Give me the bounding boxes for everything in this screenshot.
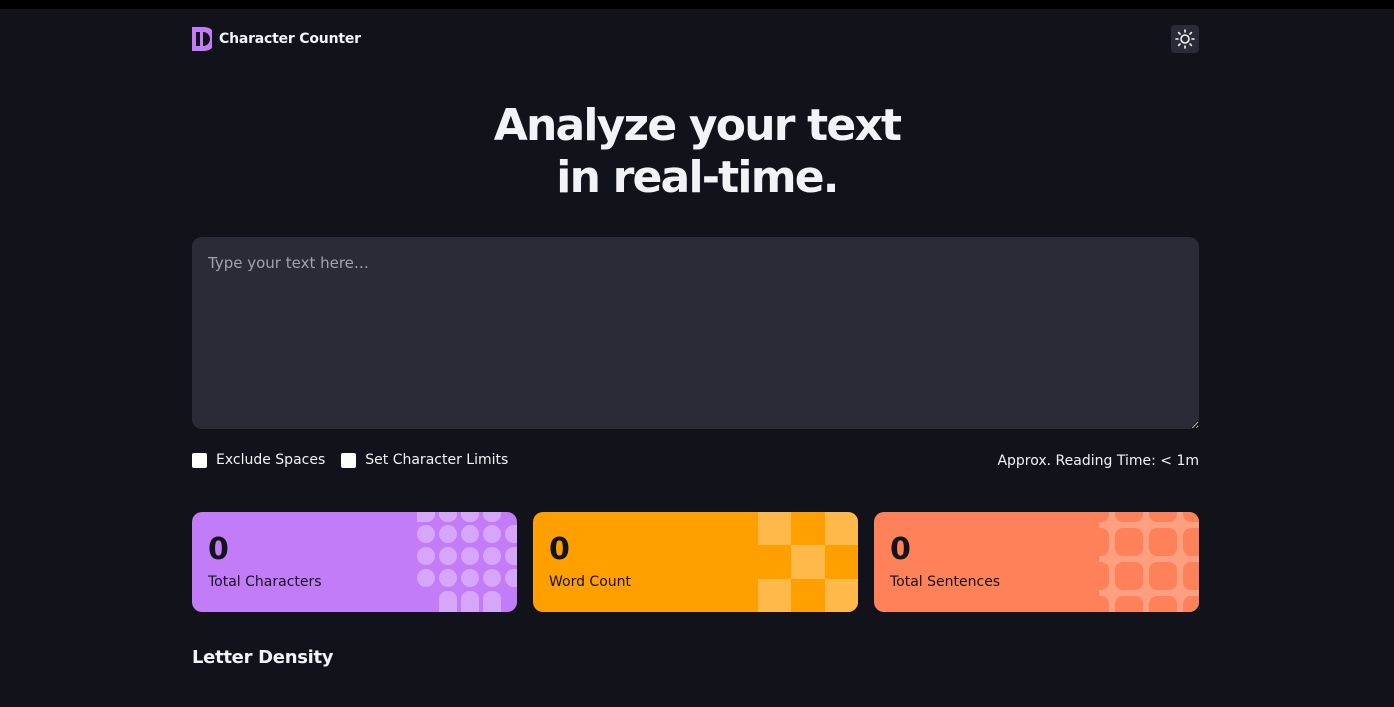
- hero-line-2: in real-time.: [556, 152, 839, 203]
- browser-top-bar: [0, 0, 1394, 9]
- logo-icon: [192, 27, 212, 51]
- total-characters-label: Total Characters: [208, 574, 322, 590]
- letter-density-heading: Letter Density: [192, 647, 334, 668]
- total-characters-card: 0 Total Characters: [192, 512, 517, 612]
- word-count-label: Word Count: [549, 574, 632, 590]
- options-row: Exclude Spaces Set Character Limits: [192, 452, 524, 468]
- exclude-spaces-checkbox[interactable]: [192, 452, 207, 468]
- app-logo[interactable]: Character Counter: [192, 27, 361, 51]
- total-sentences-label: Total Sentences: [890, 574, 1001, 590]
- theme-toggle-button[interactable]: [1171, 25, 1199, 53]
- exclude-spaces-option[interactable]: Exclude Spaces: [192, 452, 325, 468]
- hero-heading: Analyze your text in real-time.: [0, 100, 1394, 204]
- checker-pattern-icon: [758, 512, 858, 612]
- total-characters-value: 0: [208, 532, 229, 567]
- exclude-spaces-label: Exclude Spaces: [216, 452, 326, 468]
- circle-pattern-icon: [417, 512, 517, 612]
- char-limit-label: Set Character Limits: [365, 452, 509, 468]
- word-count-value: 0: [549, 532, 570, 567]
- total-sentences-card: 0 Total Sentences: [874, 512, 1199, 612]
- app-name: Character Counter: [219, 31, 361, 47]
- reading-time: Approx. Reading Time: < 1m: [997, 453, 1199, 469]
- total-sentences-value: 0: [890, 532, 911, 567]
- word-count-card: 0 Word Count: [533, 512, 858, 612]
- char-limit-checkbox[interactable]: [341, 452, 357, 468]
- text-input[interactable]: [192, 237, 1199, 429]
- rounded-grid-pattern-icon: [1099, 512, 1199, 612]
- sun-icon: [1175, 29, 1195, 49]
- char-limit-option[interactable]: Set Character Limits: [341, 452, 508, 468]
- hero-line-1: Analyze your text: [493, 100, 902, 151]
